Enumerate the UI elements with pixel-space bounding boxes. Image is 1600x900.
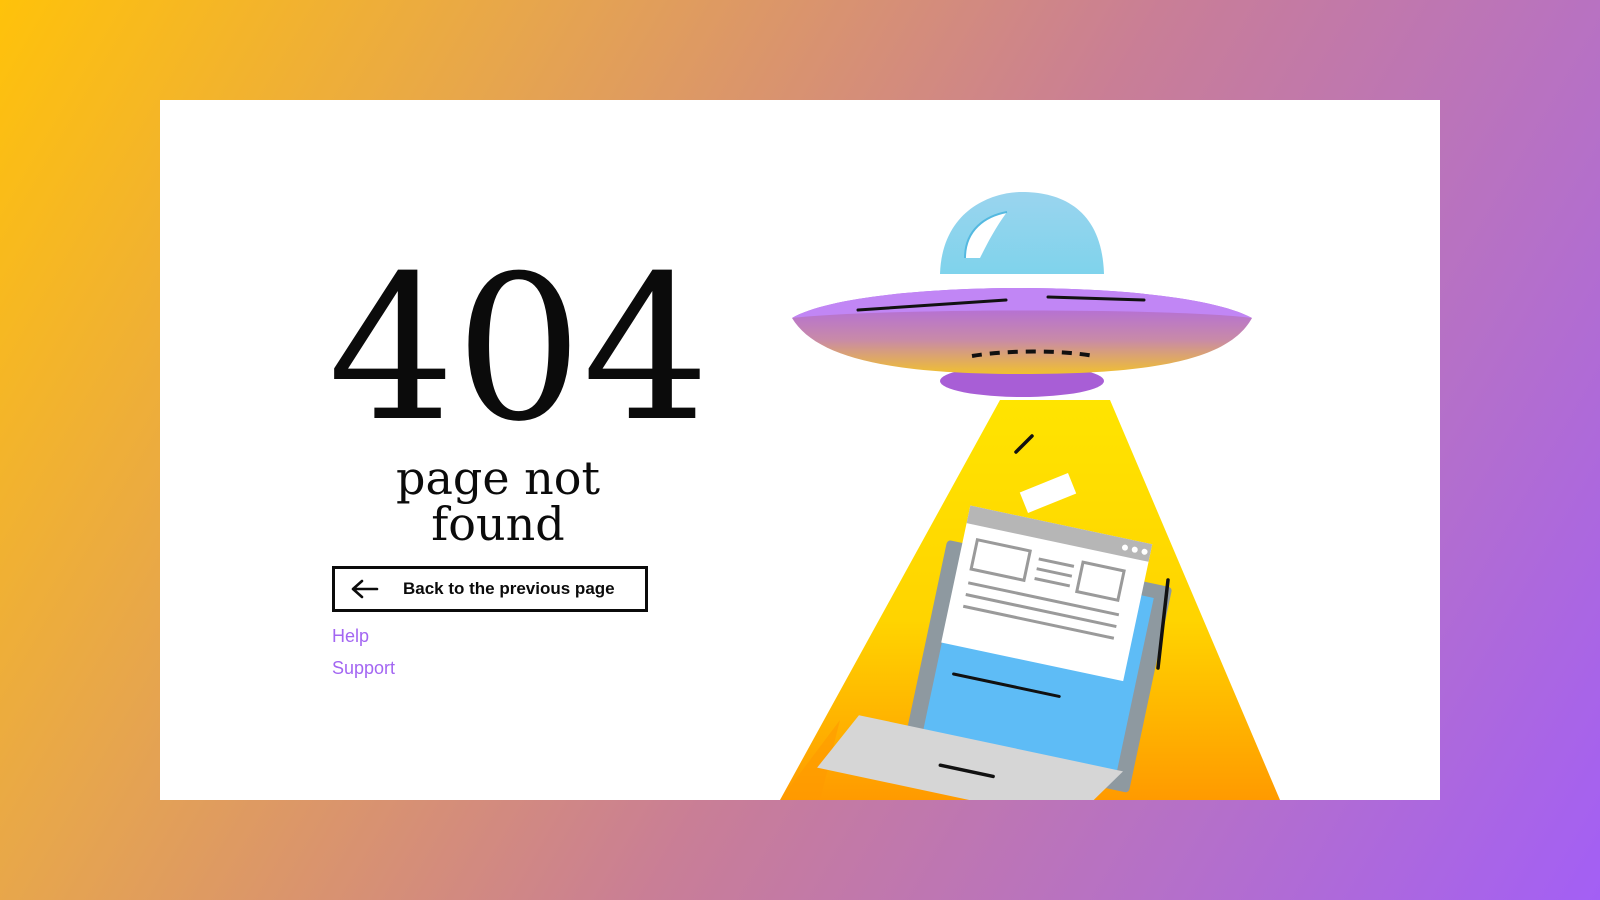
arrow-left-icon	[351, 577, 381, 601]
help-link[interactable]: Help	[332, 626, 369, 647]
error-card: 404 page not found Back to the previous …	[160, 100, 1440, 800]
support-link[interactable]: Support	[332, 658, 395, 679]
back-button-label: Back to the previous page	[403, 579, 615, 598]
ufo-illustration	[780, 192, 1280, 800]
ufo	[792, 192, 1252, 397]
error-code: 404	[328, 233, 710, 466]
back-button[interactable]: Back to the previous page	[332, 566, 648, 612]
error-message: page not found	[396, 451, 600, 551]
